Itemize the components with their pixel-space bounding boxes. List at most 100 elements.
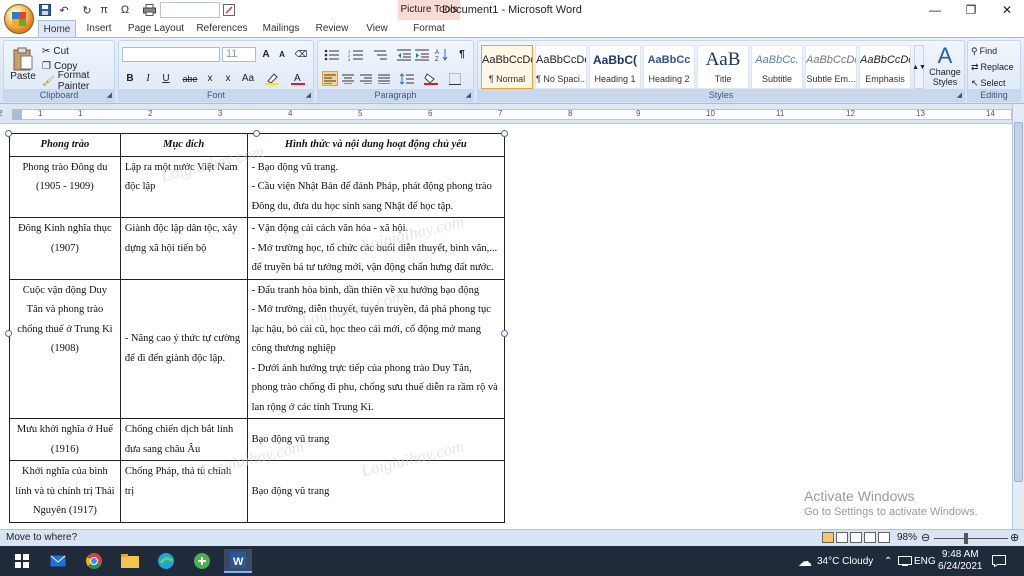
tab-home[interactable]: Home: [38, 20, 76, 37]
movement-cell[interactable]: Phong trào Đông du (1905 - 1909): [9, 155, 121, 218]
style-subtle-emphasis[interactable]: AaBbCcDc Subtle Em...: [805, 45, 857, 89]
zoom-slider-thumb[interactable]: [964, 533, 968, 544]
bullets-icon[interactable]: [322, 47, 342, 62]
mail-icon[interactable]: [44, 549, 72, 573]
activities-cell[interactable]: Bạo động vũ trang: [246, 418, 506, 461]
word-taskbar-icon[interactable]: W: [224, 549, 252, 573]
italic-button[interactable]: I: [141, 71, 155, 86]
close-button[interactable]: ✕: [990, 0, 1024, 20]
justify-icon[interactable]: [376, 71, 392, 86]
align-right-icon[interactable]: [358, 71, 374, 86]
clear-format-icon[interactable]: ⌫: [293, 47, 309, 62]
style-emphasis[interactable]: AaBbCcDc Emphasis: [859, 45, 911, 89]
font-color-icon[interactable]: A: [289, 71, 307, 86]
change-styles-button[interactable]: A Change Styles: [926, 43, 964, 89]
draft-icon[interactable]: [878, 532, 890, 543]
find-button[interactable]: ⚲ Find: [971, 44, 997, 58]
bold-button[interactable]: B: [123, 71, 137, 86]
resize-handle[interactable]: [5, 330, 12, 337]
save-icon[interactable]: [38, 2, 52, 18]
tab-review[interactable]: Review: [312, 20, 352, 37]
history-table[interactable]: Phong trào Mục đích Hình thức và nội dun…: [9, 133, 506, 523]
shading-icon[interactable]: [422, 71, 440, 86]
header-cell[interactable]: Mục đích: [119, 133, 248, 157]
resize-handle[interactable]: [501, 330, 508, 337]
activities-cell[interactable]: - Vận động cải cách văn hóa - xã hội. - …: [246, 217, 506, 280]
decrease-indent-icon[interactable]: [396, 47, 412, 62]
strikethrough-button[interactable]: abe: [181, 71, 199, 86]
movement-cell[interactable]: Khởi nghĩa của binh lính và tù chính trị…: [9, 460, 121, 523]
style-normal[interactable]: AaBbCcDc ¶ Normal: [481, 45, 533, 89]
chrome-icon[interactable]: [80, 549, 108, 573]
tab-references[interactable]: References: [194, 20, 250, 37]
font-name-combobox[interactable]: [122, 47, 220, 62]
font-size-combobox[interactable]: 11: [222, 47, 256, 62]
style-heading-1[interactable]: AaBbC(Heading 1: [589, 45, 641, 89]
zoom-level[interactable]: 98%: [897, 532, 917, 543]
document-area[interactable]: Phong trào Mục đích Hình thức và nội dun…: [0, 124, 1012, 529]
outline-icon[interactable]: [864, 532, 876, 543]
start-icon[interactable]: [8, 549, 36, 573]
green-app-icon[interactable]: [188, 549, 216, 573]
tab-format[interactable]: Format: [408, 20, 450, 37]
network-icon[interactable]: [898, 546, 912, 576]
tab-view[interactable]: View: [360, 20, 394, 37]
zoom-slider[interactable]: [934, 538, 1008, 539]
notification-icon[interactable]: [992, 546, 1006, 576]
purpose-cell[interactable]: Chống Pháp, thả tù chính trị: [119, 460, 248, 523]
line-spacing-icon[interactable]: [398, 71, 416, 86]
header-cell[interactable]: Hình thức và nội dung hoạt động chủ yếu: [246, 133, 506, 157]
align-center-icon[interactable]: [340, 71, 356, 86]
activities-cell[interactable]: - Đấu tranh hòa bình, dần thiên về xu hư…: [246, 278, 506, 419]
subscript-button[interactable]: x: [203, 71, 217, 86]
resize-handle[interactable]: [253, 130, 260, 137]
scrollbar-thumb[interactable]: [1014, 122, 1023, 482]
language-indicator[interactable]: ENG: [914, 546, 936, 576]
sort-icon[interactable]: AZ: [434, 47, 450, 62]
minimize-button[interactable]: —: [918, 0, 952, 20]
paragraph-launcher-icon[interactable]: ◢: [466, 91, 471, 99]
qat-dropdown[interactable]: [160, 2, 220, 18]
resize-handle[interactable]: [501, 130, 508, 137]
zoom-out-icon[interactable]: ⊖: [921, 531, 930, 544]
show-formatting-button[interactable]: ¶: [454, 47, 470, 62]
office-button[interactable]: [4, 4, 34, 34]
multilevel-list-icon[interactable]: [370, 47, 390, 62]
full-screen-reading-icon[interactable]: [836, 532, 848, 543]
purpose-cell[interactable]: Chống chiến dịch bắt lính đưa sang châu …: [119, 418, 248, 461]
horizontal-ruler[interactable]: 1 2 1 2 3 4 5 6 7 8 9 10 11 12 13 14: [0, 104, 1024, 124]
align-left-icon[interactable]: [322, 71, 338, 86]
print-icon[interactable]: [142, 2, 156, 18]
activities-cell[interactable]: - Bạo động vũ trang. - Cầu viện Nhật Bản…: [246, 155, 506, 218]
select-button[interactable]: ↖ Select: [971, 76, 1006, 90]
web-layout-icon[interactable]: [850, 532, 862, 543]
numbering-icon[interactable]: 123: [346, 47, 366, 62]
styles-launcher-icon[interactable]: ◢: [957, 91, 962, 99]
redo-icon[interactable]: ↻: [80, 2, 94, 18]
grow-font-button[interactable]: A: [259, 47, 273, 62]
header-cell[interactable]: Phong trào: [9, 133, 121, 157]
tab-insert[interactable]: Insert: [80, 20, 118, 37]
symbol-icon[interactable]: Ω: [118, 2, 132, 18]
vertical-scrollbar[interactable]: [1012, 104, 1024, 529]
style-no-spacing[interactable]: AaBbCcDc ¶ No Spaci...: [535, 45, 587, 89]
shrink-font-button[interactable]: A: [275, 47, 289, 62]
tab-page-layout[interactable]: Page Layout: [124, 20, 188, 37]
activities-cell[interactable]: Bạo động vũ trang: [246, 460, 506, 523]
styles-scroll-icon[interactable]: ▲▼: [912, 45, 926, 89]
tab-mailings[interactable]: Mailings: [258, 20, 304, 37]
format-painter-button[interactable]: 🖌 Format Painter: [42, 70, 114, 92]
paste-button[interactable]: Paste: [8, 43, 38, 85]
purpose-cell[interactable]: - Nâng cao ý thức tự cường để đi đến già…: [119, 278, 248, 419]
purpose-cell[interactable]: Giành độc lập dân tộc, xây dựng xã hội t…: [119, 217, 248, 280]
edge-icon[interactable]: [152, 549, 180, 573]
style-subtitle[interactable]: AaBbCc. Subtitle: [751, 45, 803, 89]
file-explorer-icon[interactable]: [116, 549, 144, 573]
borders-icon[interactable]: [446, 71, 464, 86]
clock[interactable]: 9:48 AM 6/24/2021: [938, 546, 983, 576]
style-heading-2[interactable]: AaBbCc Heading 2: [643, 45, 695, 89]
tray-chevron-icon[interactable]: ⌃: [884, 546, 892, 576]
movement-cell[interactable]: Mưu khởi nghĩa ở Huế (1916): [9, 418, 121, 461]
restore-button[interactable]: ❐: [954, 0, 988, 20]
superscript-button[interactable]: x: [221, 71, 235, 86]
